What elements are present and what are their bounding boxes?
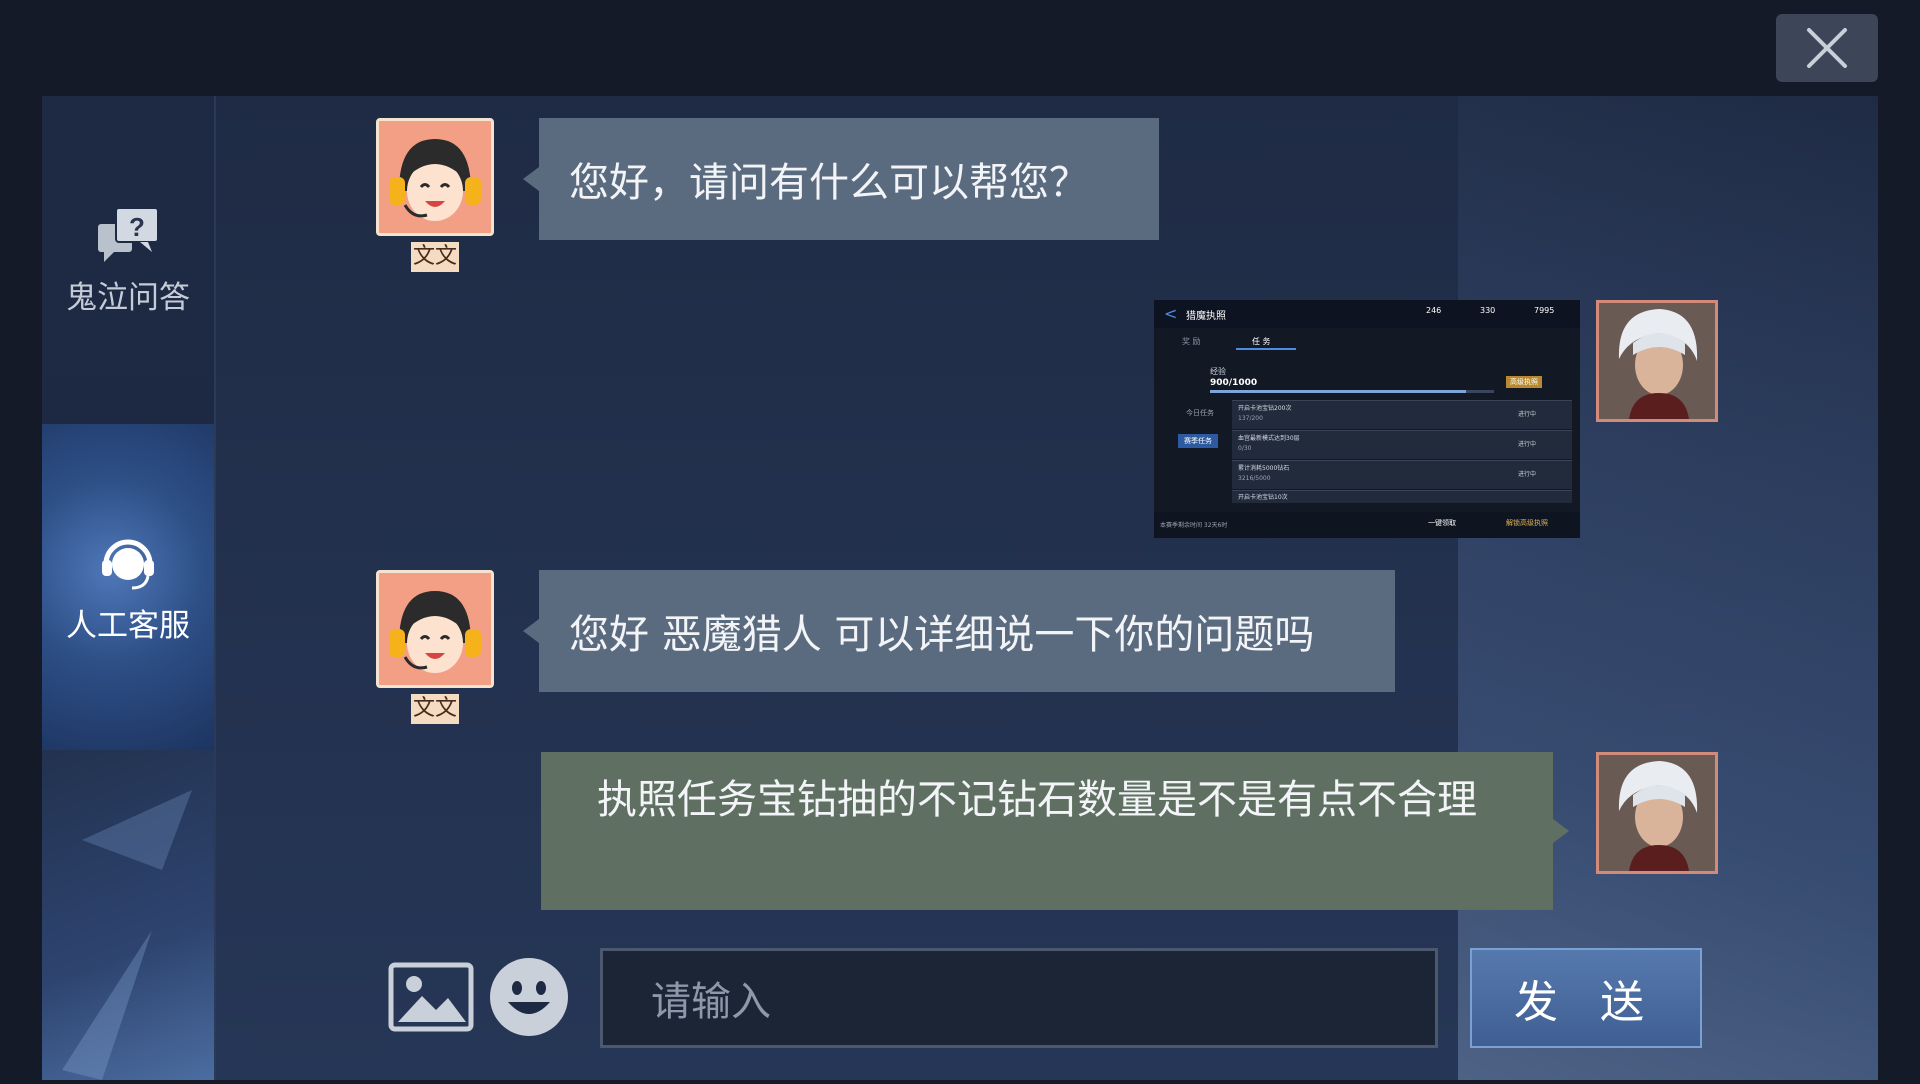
unlock-badge: 高级执照	[1506, 376, 1542, 388]
emoji-icon	[490, 958, 568, 1036]
user-avatar	[1596, 300, 1718, 422]
task-name: 开启卡池宝钻200次	[1238, 405, 1292, 412]
top-bar	[0, 0, 1920, 96]
user-image-attachment[interactable]: < 猎魔执照 246 330 7995 奖 励 任 务 经验 900/1000 …	[1154, 300, 1580, 538]
user-message-bubble: 执照任务宝钻抽的不记钻石数量是不是有点不合理	[541, 752, 1569, 910]
agent-face-icon	[379, 573, 491, 685]
image-upload-button[interactable]	[388, 962, 474, 1036]
task-status: 进行中	[1518, 471, 1537, 478]
agent-face-icon	[379, 121, 491, 233]
task-progress: 3216/5000	[1238, 475, 1271, 482]
sidebar-item-label: 人工客服	[66, 607, 190, 644]
currency-2: 330	[1480, 306, 1496, 315]
agent-message-bubble: 您好，请问有什么可以帮您？	[523, 118, 1159, 240]
sidebar-item-faq[interactable]: ? 鬼泣问答	[42, 176, 214, 346]
task-name: 血宫最新模式达到30层	[1238, 435, 1300, 442]
user-portrait-icon	[1599, 755, 1715, 871]
task-progress: 137/200	[1238, 415, 1263, 422]
close-button[interactable]	[1776, 14, 1878, 82]
season-timer: 本赛季剩余时间 32天6时	[1160, 522, 1228, 529]
task-progress: 0/30	[1238, 445, 1252, 452]
faq-chat-icon: ?	[98, 206, 159, 262]
claim-all-button: 一键领取	[1428, 519, 1456, 527]
task-name: 累计消耗5000钻石	[1238, 465, 1290, 472]
back-arrow-icon: <	[1164, 304, 1178, 323]
side-tab: 今日任务	[1186, 409, 1214, 417]
headset-icon	[102, 539, 154, 589]
sidebar: ? 鬼泣问答 人工客服	[42, 96, 216, 1080]
level-label: 经验	[1210, 367, 1226, 376]
image-icon	[388, 962, 474, 1032]
currency-3: 7995	[1534, 306, 1555, 315]
sidebar-decoration	[42, 750, 214, 1080]
agent-avatar	[376, 570, 494, 688]
agent-message-bubble: 您好 恶魔猎人 可以详细说一下你的问题吗	[523, 570, 1395, 692]
level-value: 900/1000	[1210, 378, 1258, 388]
svg-text:?: ?	[129, 212, 145, 242]
task-name: 开启卡池宝钻10次	[1238, 494, 1288, 501]
agent-name: 文文	[411, 242, 459, 272]
attachment-tab-active: 任 务	[1252, 337, 1271, 346]
user-portrait-icon	[1599, 303, 1715, 419]
user-avatar	[1596, 752, 1718, 874]
send-button[interactable]: 发 送	[1470, 948, 1702, 1048]
agent-name: 文文	[411, 694, 459, 724]
emoji-button[interactable]	[488, 956, 570, 1042]
task-status: 进行中	[1518, 441, 1537, 448]
unlock-license-button: 解锁高级执照	[1506, 519, 1548, 527]
sidebar-item-human-service[interactable]: 人工客服	[42, 424, 214, 750]
currency-1: 246	[1426, 306, 1442, 315]
background-decoration	[1458, 96, 1878, 1080]
side-tab-active: 赛季任务	[1178, 434, 1218, 448]
sidebar-item-label: 鬼泣问答	[66, 279, 190, 316]
agent-avatar	[376, 118, 494, 236]
attachment-title: 猎魔执照	[1186, 311, 1226, 322]
close-icon	[1807, 28, 1847, 68]
task-status: 进行中	[1518, 411, 1537, 418]
attachment-tab: 奖 励	[1182, 337, 1201, 346]
message-input[interactable]: 请输入	[600, 948, 1438, 1048]
